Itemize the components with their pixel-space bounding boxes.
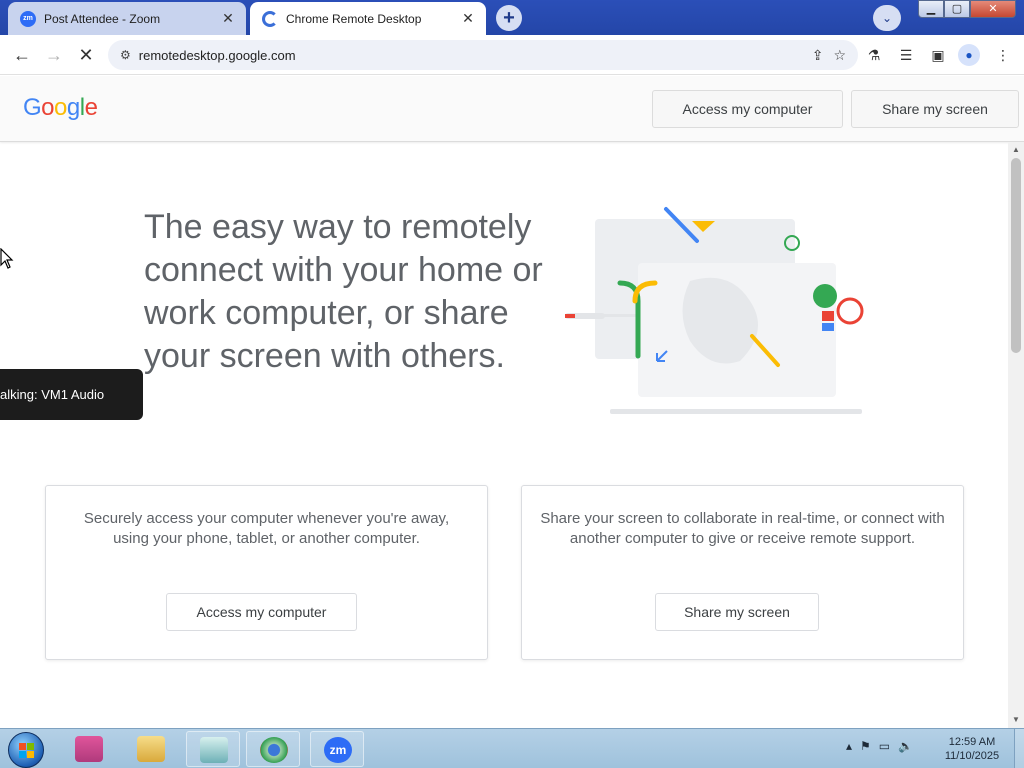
show-desktop-button[interactable] (1014, 729, 1024, 768)
forward-icon[interactable]: → (42, 43, 66, 67)
access-card-description: Securely access your computer whenever y… (83, 510, 450, 547)
reading-list-icon[interactable]: ☰ (896, 45, 916, 65)
chrome-browser-icon (260, 737, 288, 763)
red-square-shape (822, 311, 834, 321)
web-page: Google Access my computer Share my scree… (0, 76, 1024, 728)
hero-heading: The easy way to remotely connect with yo… (144, 208, 543, 375)
taskbar-clock[interactable]: 12:59 AM 11/10/2025 (933, 735, 1011, 763)
url-text: remotedesktop.google.com (138, 47, 296, 63)
taskbar-chrome[interactable] (246, 731, 300, 767)
zoom-favicon-icon: zm (20, 10, 36, 27)
taskbar-app-cat[interactable] (62, 731, 116, 767)
access-card: Securely access your computer whenever y… (45, 485, 488, 660)
volume-icon[interactable]: 🔈 (898, 739, 913, 753)
green-semicircle-shape (813, 284, 837, 308)
share-icon[interactable]: ⇪ (812, 47, 824, 64)
mouse-cursor-icon (0, 248, 14, 269)
show-hidden-icons-icon[interactable]: ▴ (846, 739, 852, 753)
tab-zoom[interactable]: zm Post Attendee - Zoom ✕ (8, 2, 246, 35)
tab-title: Post Attendee - Zoom (44, 11, 161, 26)
site-info-icon[interactable]: ⚙ (120, 48, 131, 62)
chat-bubble-shape (836, 297, 864, 325)
chrome-remote-desktop-favicon-icon (262, 10, 278, 27)
start-button[interactable] (8, 732, 44, 768)
stop-loading-icon[interactable]: ✕ (74, 43, 98, 67)
profile-avatar-icon[interactable]: ● (958, 44, 980, 66)
grey-dash-shape (580, 314, 640, 317)
close-tab-icon[interactable]: ✕ (220, 10, 236, 27)
zoom-app-icon: zm (324, 737, 352, 763)
folder-icon (137, 736, 165, 762)
cat-app-icon (75, 736, 103, 762)
back-icon[interactable]: ← (10, 43, 34, 67)
windows-flag-icon (19, 743, 35, 759)
browser-toolbar: ← → ✕ ⚙ remotedesktop.google.com ⇪ ☆ ⚗ ☰… (0, 35, 1024, 75)
remote-desktop-illustration (565, 207, 864, 414)
base-line-shape (610, 409, 862, 414)
system-tray: ▴ ⚑ ▭ 🔈 (846, 739, 913, 753)
scroll-up-icon[interactable]: ▲ (1008, 142, 1024, 158)
close-tab-icon[interactable]: ✕ (460, 10, 476, 27)
red-dash-shape (565, 314, 575, 318)
display-icon[interactable]: ▭ (879, 739, 890, 753)
tab-strip: zm Post Attendee - Zoom ✕ Chrome Remote … (0, 0, 1024, 35)
site-header: Google Access my computer Share my scree… (0, 76, 1024, 142)
taskbar-app-glass[interactable] (186, 731, 240, 767)
taskbar-zoom[interactable]: zm (310, 731, 364, 767)
taskbar-explorer[interactable] (124, 731, 178, 767)
header-access-my-computer-button[interactable]: Access my computer (652, 90, 843, 128)
scroll-down-icon[interactable]: ▼ (1008, 712, 1024, 728)
tab-search-button[interactable]: ⌄ (873, 5, 901, 31)
share-card: Share your screen to collaborate in real… (521, 485, 964, 660)
network-warning-icon[interactable]: ⚑ (860, 739, 871, 753)
scroll-thumb[interactable] (1011, 158, 1021, 353)
minimize-button[interactable]: ▁ (918, 0, 944, 18)
new-tab-button[interactable]: + (496, 5, 522, 31)
maximize-button[interactable]: ▢ (944, 0, 970, 18)
notebook-icon (200, 737, 228, 763)
blue-square-shape (822, 323, 834, 331)
page-scrollbar[interactable]: ▲ ▼ (1008, 142, 1024, 728)
clock-time: 12:59 AM (948, 736, 996, 748)
access-my-computer-button[interactable]: Access my computer (166, 593, 357, 631)
menu-kebab-icon[interactable]: ⋮ (993, 45, 1013, 65)
zoom-talking-indicator: alking: VM1 Audio (0, 369, 143, 420)
header-share-my-screen-button[interactable]: Share my screen (851, 90, 1019, 128)
tab-chrome-remote-desktop[interactable]: Chrome Remote Desktop ✕ (250, 2, 486, 35)
clock-date: 11/10/2025 (944, 750, 1000, 762)
tab-title: Chrome Remote Desktop (286, 11, 422, 26)
google-logo[interactable]: Google (23, 94, 98, 122)
windows-taskbar: zm ▴ ⚑ ▭ 🔈 12:59 AM 11/10/2025 (0, 728, 1024, 768)
bookmark-star-icon[interactable]: ☆ (833, 47, 846, 64)
side-panel-icon[interactable]: ▣ (928, 45, 948, 65)
address-bar[interactable]: ⚙ remotedesktop.google.com ⇪ ☆ (108, 40, 858, 70)
extension-flask-icon[interactable]: ⚗ (864, 45, 884, 65)
close-window-button[interactable]: ✕ (970, 0, 1016, 18)
share-my-screen-button[interactable]: Share my screen (655, 593, 819, 631)
share-card-description: Share your screen to collaborate in real… (540, 510, 945, 547)
